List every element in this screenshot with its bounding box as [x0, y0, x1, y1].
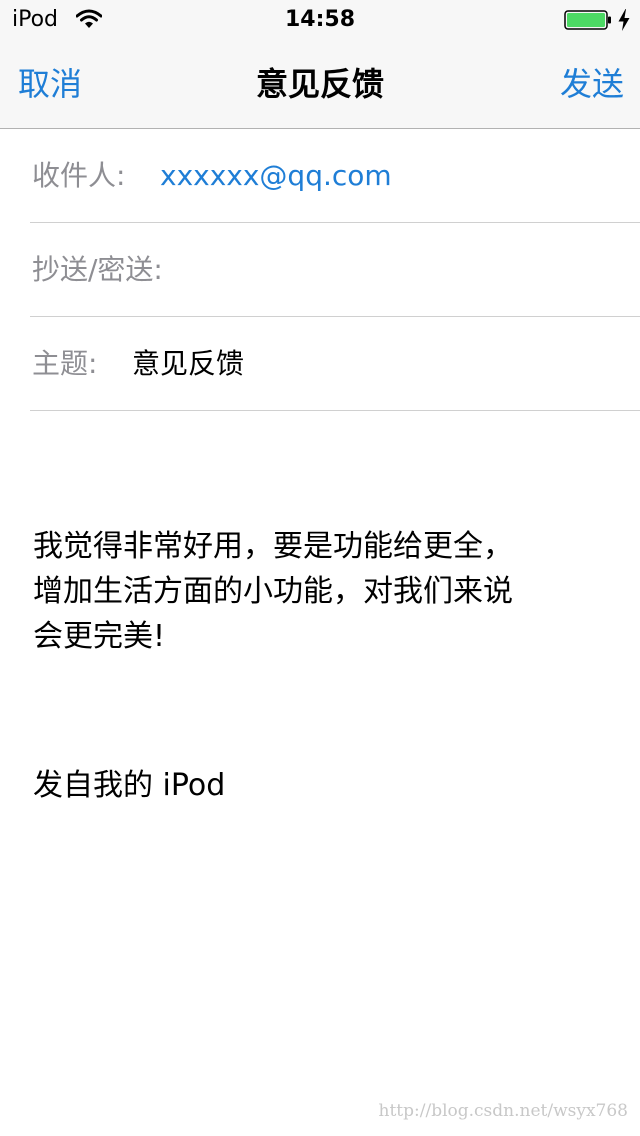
message-body[interactable]: 我觉得非常好用，要是功能给更全， 增加生活方面的小功能，对我们来说 会更完美!: [33, 524, 613, 659]
cc-bcc-input[interactable]: [180, 250, 620, 290]
navigation-bar: 取消 意见反馈 发送: [0, 40, 640, 129]
send-button[interactable]: 发送: [560, 62, 624, 106]
to-field-row[interactable]: 收件人: xxxxxx@qq.com: [30, 129, 640, 223]
cc-bcc-field-row[interactable]: 抄送/密送:: [30, 223, 640, 317]
status-time: 14:58: [284, 7, 356, 32]
cc-bcc-label: 抄送/密送:: [32, 253, 163, 286]
to-recipient-token[interactable]: xxxxxx@qq.com: [160, 156, 392, 196]
status-bar: iPod 14:58: [0, 0, 640, 40]
to-label: 收件人:: [32, 159, 126, 192]
battery-icon: [564, 10, 611, 30]
subject-field-row[interactable]: 主题: 意见反馈: [30, 317, 640, 411]
watermark: http://blog.csdn.net/wsyx768: [378, 1101, 628, 1121]
subject-label: 主题:: [32, 347, 98, 380]
page-title: 意见反馈: [255, 65, 384, 103]
subject-input[interactable]: 意见反馈: [132, 344, 244, 384]
email-signature[interactable]: 发自我的 iPod: [33, 763, 225, 808]
charging-bolt-icon: [618, 9, 630, 31]
